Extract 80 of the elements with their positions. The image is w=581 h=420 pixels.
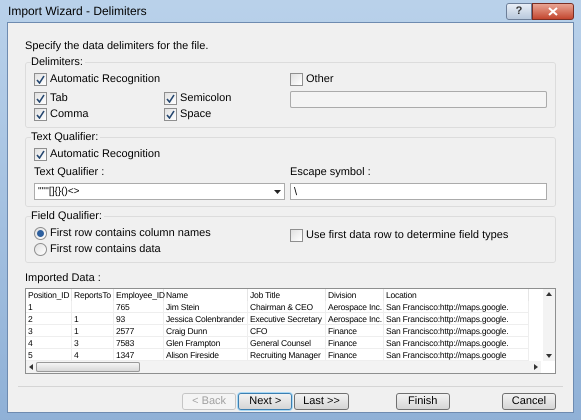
table-cell: Executive Secretary (248, 313, 326, 325)
checkbox-label: Automatic Recognition (50, 148, 160, 161)
caret-icon (274, 190, 281, 194)
checkbox-label: Comma (50, 108, 89, 121)
vertical-scrollbar[interactable] (543, 289, 555, 361)
empty-cell (72, 301, 114, 313)
table-cell: 2577 (114, 325, 164, 337)
table-cell: Finance (326, 325, 384, 337)
checkbox-label: Automatic Recognition (50, 73, 160, 86)
table-cell: Glen Frampton (164, 337, 248, 349)
scroll-down-icon[interactable] (546, 354, 552, 358)
table-cell: General Counsel (248, 337, 326, 349)
table-cell: Aerospace Inc. (326, 301, 384, 313)
checkbox-label: Use first data row to determine field types (306, 229, 508, 242)
table-cell: 1 (72, 325, 114, 337)
wizard-button[interactable]: Cancel (502, 393, 556, 410)
scrollbar-thumb[interactable] (36, 362, 140, 372)
scroll-left-icon[interactable] (29, 364, 33, 370)
wizard-button[interactable]: Finish (396, 393, 450, 410)
checkbox[interactable] (164, 108, 177, 121)
table-cell: Aerospace Inc. (326, 313, 384, 325)
table-cell: 765 (114, 301, 164, 313)
table-cell: 7583 (114, 337, 164, 349)
table-cell: 1 (72, 313, 114, 325)
radio-button[interactable] (34, 227, 47, 240)
help-button[interactable]: ? (506, 2, 532, 20)
wizard-button[interactable]: Next > (238, 393, 292, 410)
checkbox[interactable] (164, 92, 177, 105)
other-delimiter-field[interactable] (290, 91, 547, 108)
table-cell: Jessica Colenbrander (164, 313, 248, 325)
close-button[interactable] (532, 2, 574, 20)
table-cell: 3 (26, 325, 72, 337)
scroll-up-icon[interactable] (546, 292, 552, 296)
table-cell: San Francisco:http://maps.google. (384, 301, 529, 313)
column-header[interactable]: Position_ID (26, 289, 72, 301)
escape-symbol-field[interactable]: \ (290, 183, 547, 200)
table-cell: Chairman & CEO (248, 301, 326, 313)
checkbox[interactable] (34, 73, 47, 86)
column-header[interactable]: Division (326, 289, 384, 301)
section-label: Imported Data : (25, 272, 102, 285)
field-label: Escape symbol : (290, 166, 372, 179)
checkbox[interactable] (290, 73, 303, 86)
checkbox-label: Semicolon (180, 92, 232, 105)
table-cell: 1 (26, 301, 72, 313)
checkbox[interactable] (34, 148, 47, 161)
wizard-button[interactable]: Last >> (294, 393, 349, 410)
column-header[interactable]: Employee_ID (114, 289, 164, 301)
group-legend: Text Qualifier: (31, 131, 100, 144)
table-cell: 3 (72, 337, 114, 349)
radio-label: First row contains data (50, 243, 161, 256)
checkbox[interactable] (290, 229, 303, 242)
checkbox-label: Tab (50, 92, 68, 105)
horizontal-scrollbar[interactable] (26, 361, 541, 373)
group-legend: Field Qualifier: (31, 210, 104, 223)
table-cell: 4 (26, 337, 72, 349)
column-header[interactable]: Name (164, 289, 248, 301)
radio-button[interactable] (34, 243, 47, 256)
table-cell: 93 (114, 313, 164, 325)
radio-label: First row contains column names (50, 227, 211, 240)
table-cell: Finance (326, 337, 384, 349)
table-cell: San Francisco:http://maps.google. (384, 313, 529, 325)
text-qualifier-dropdown[interactable]: ""''[]{}()<> (34, 183, 285, 200)
instruction-text: Specify the data delimiters for the file. (25, 40, 210, 53)
checkbox[interactable] (34, 92, 47, 105)
close-icon (548, 6, 558, 16)
checkbox-label: Other (306, 73, 334, 86)
table-cell: San Francisco:http://maps.google. (384, 325, 529, 337)
table-cell: CFO (248, 325, 326, 337)
column-header[interactable]: Location (384, 289, 529, 301)
checkbox[interactable] (34, 108, 47, 121)
table-cell: Jim Stein (164, 301, 248, 313)
column-header[interactable]: Job Title (248, 289, 326, 301)
column-header[interactable]: ReportsTo (72, 289, 114, 301)
table-cell: Craig Dunn (164, 325, 248, 337)
window-title: Import Wizard - Delimiters (7, 4, 147, 18)
scroll-right-icon[interactable] (534, 364, 538, 370)
table-cell: 2 (26, 313, 72, 325)
field-label: Text Qualifier : (34, 166, 106, 179)
table-cell: San Francisco:http://maps.google. (384, 337, 529, 349)
checkbox-label: Space (180, 108, 212, 121)
